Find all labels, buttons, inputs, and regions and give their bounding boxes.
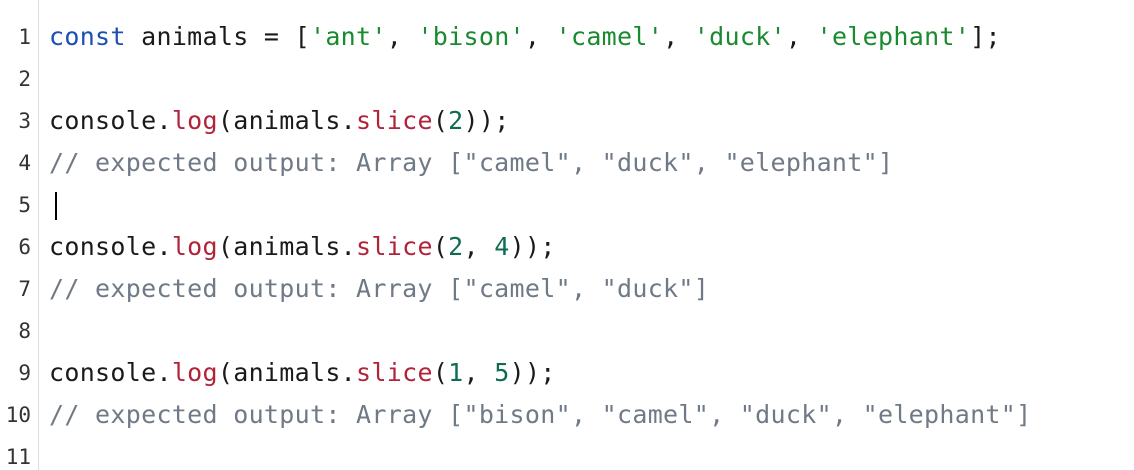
code-line[interactable]: 10 // expected output: Array ["bison", "c… <box>0 394 1134 436</box>
line-number: 8 <box>18 319 31 343</box>
token-method: log <box>171 358 218 387</box>
code-line[interactable]: 9 console.log(animals.slice(1, 5)); <box>0 352 1134 394</box>
code-content[interactable]: console.log(animals.slice(2)); <box>31 100 510 142</box>
token-plain: , <box>663 22 694 51</box>
code-content[interactable]: const animals = ['ant', 'bison', 'camel'… <box>31 16 1001 58</box>
token-plain: , <box>463 232 495 261</box>
line-number: 2 <box>18 67 31 91</box>
code-line[interactable]: 8 <box>0 310 1134 352</box>
code-content[interactable] <box>31 310 49 352</box>
token-method: slice <box>356 358 433 387</box>
code-line[interactable]: 4 // expected output: Array ["camel", "du… <box>0 142 1134 184</box>
token-number: 1 <box>448 358 464 387</box>
line-number: 3 <box>18 109 31 133</box>
token-plain: , <box>463 358 495 387</box>
token-plain: (animals. <box>217 358 357 387</box>
token-plain: (animals. <box>217 106 357 135</box>
line-number: 10 <box>5 403 31 427</box>
token-number: 4 <box>494 232 510 261</box>
token-number: 2 <box>448 106 464 135</box>
token-plain: animals = [ <box>125 22 310 51</box>
code-content[interactable] <box>31 436 49 470</box>
line-number: 1 <box>18 25 31 49</box>
line-number: 9 <box>18 361 31 385</box>
token-number: 2 <box>448 232 464 261</box>
token-comment: // expected output: Array ["camel", "duc… <box>49 274 710 303</box>
code-line[interactable]: 6 console.log(animals.slice(2, 4)); <box>0 226 1134 268</box>
code-line[interactable]: 11 <box>0 436 1134 470</box>
token-plain: (animals. <box>217 232 357 261</box>
token-plain: ( <box>432 106 449 135</box>
token-string: 'bison' <box>417 22 525 51</box>
token-string: 'elephant' <box>816 22 971 51</box>
code-content[interactable]: // expected output: Array ["bison", "cam… <box>31 394 1031 436</box>
line-number: 6 <box>18 235 31 259</box>
token-method: slice <box>356 232 433 261</box>
code-content[interactable]: console.log(animals.slice(1, 5)); <box>31 352 556 394</box>
code-content[interactable]: // expected output: Array ["camel", "duc… <box>31 268 709 310</box>
token-method: slice <box>356 106 433 135</box>
token-plain: )); <box>509 232 556 261</box>
code-content[interactable] <box>31 58 49 100</box>
token-plain: , <box>386 22 418 51</box>
token-plain: , <box>785 22 817 51</box>
token-plain: )); <box>463 106 510 135</box>
code-line[interactable]: 3 console.log(animals.slice(2)); <box>0 100 1134 142</box>
line-number: 4 <box>18 151 31 175</box>
token-number: 5 <box>494 358 510 387</box>
code-line[interactable]: 1 const animals = ['ant', 'bison', 'camel… <box>0 16 1134 58</box>
token-comment: // expected output: Array ["camel", "duc… <box>49 148 894 177</box>
token-method: log <box>171 106 218 135</box>
token-plain: console. <box>49 106 172 135</box>
line-number: 11 <box>5 445 31 469</box>
token-method: log <box>171 232 218 261</box>
token-plain: ]; <box>970 22 1001 51</box>
token-string: 'camel' <box>555 22 664 51</box>
token-plain: console. <box>49 232 172 261</box>
token-plain: ( <box>432 358 449 387</box>
code-line[interactable]: 2 <box>0 58 1134 100</box>
code-lines[interactable]: 1 const animals = ['ant', 'bison', 'camel… <box>0 16 1134 470</box>
token-string: 'ant' <box>309 22 387 51</box>
line-number: 7 <box>18 277 31 301</box>
token-plain: , <box>524 22 556 51</box>
line-number: 5 <box>18 193 31 217</box>
code-content[interactable]: // expected output: Array ["camel", "duc… <box>31 142 893 184</box>
code-line[interactable]: 7 // expected output: Array ["camel", "du… <box>0 268 1134 310</box>
token-plain: console. <box>49 358 172 387</box>
text-cursor <box>55 192 57 220</box>
code-editor[interactable]: 1 const animals = ['ant', 'bison', 'camel… <box>0 0 1134 470</box>
token-string: 'duck' <box>693 22 786 51</box>
code-line[interactable]: 5 <box>0 184 1134 226</box>
code-content[interactable] <box>31 184 57 226</box>
code-content[interactable]: console.log(animals.slice(2, 4)); <box>31 226 556 268</box>
token-plain: ( <box>432 232 449 261</box>
token-keyword: const <box>49 22 126 51</box>
token-plain: )); <box>509 358 556 387</box>
token-comment: // expected output: Array ["bison", "cam… <box>49 400 1032 429</box>
